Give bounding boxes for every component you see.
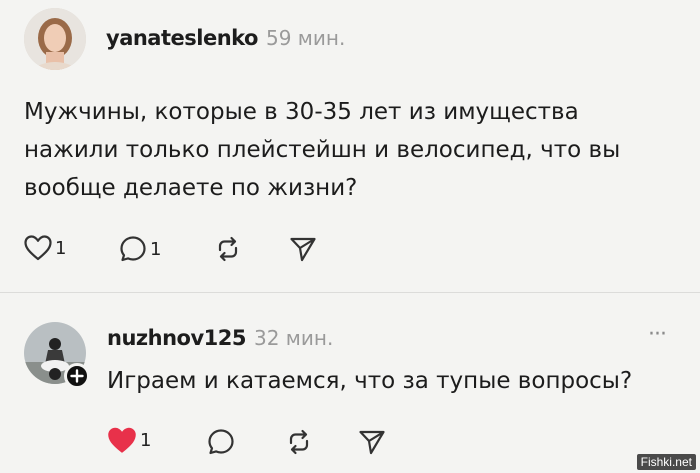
post-author-avatar[interactable] (24, 8, 86, 70)
repost-icon (289, 429, 309, 455)
reply-body: Играем и катаемся, что за тупые вопросы? (107, 368, 633, 394)
reply-repost-button[interactable] (285, 428, 313, 460)
post-share-button[interactable] (289, 236, 317, 266)
comment-bubble-icon (208, 429, 234, 455)
post-header: yanateslenko 59 мин. (106, 26, 345, 50)
divider (0, 292, 700, 293)
reply-timestamp: 32 мин. (253, 326, 334, 350)
plus-icon (70, 369, 84, 383)
more-options-icon: ··· (648, 322, 667, 347)
post-timestamp: 59 мин. (265, 26, 346, 50)
reply-reply-button[interactable] (207, 428, 235, 460)
send-icon (290, 237, 316, 262)
post-body: Мужчины, которые в 30-35 лет из имуществ… (24, 93, 684, 207)
post-like-count: 1 (55, 237, 67, 259)
reply-share-button[interactable] (358, 429, 386, 459)
follow-button[interactable] (64, 363, 90, 389)
reply-like-count: 1 (140, 430, 152, 451)
more-options-button[interactable]: ··· (648, 322, 667, 347)
heart-filled-icon (108, 427, 136, 453)
send-icon (359, 430, 385, 455)
post-text-line: Мужчины, которые в 30-35 лет из имуществ… (24, 99, 579, 125)
woman-portrait-icon (24, 8, 86, 70)
repost-icon (218, 236, 238, 262)
reply-like-button[interactable]: 1 (107, 427, 151, 454)
post-like-button[interactable]: 1 (24, 235, 66, 261)
reply-author-username[interactable]: nuzhnov125 (107, 326, 246, 350)
post-reply-button[interactable]: 1 (119, 235, 161, 263)
post-reply-count: 1 (150, 238, 162, 260)
post-author-username[interactable]: yanateslenko (106, 26, 258, 50)
reply-header: nuzhnov125 32 мин. (107, 326, 333, 350)
heart-icon (24, 235, 52, 261)
post-repost-button[interactable] (214, 235, 242, 267)
watermark: Fishki.net (636, 454, 696, 470)
post-text-line: нажили только плейстейшн и велосипед, чт… (24, 137, 621, 163)
post-text-line: вообще делаете по жизни? (24, 175, 358, 201)
comment-bubble-icon (120, 236, 146, 262)
